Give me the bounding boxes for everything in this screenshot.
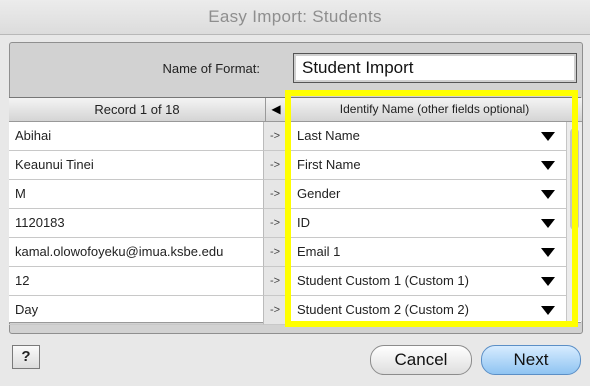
format-name-input[interactable] — [293, 53, 577, 83]
record-counter: Record 1 of 18 — [9, 98, 266, 122]
field-select[interactable]: Student Custom 1 (Custom 1) — [286, 267, 567, 296]
next-button[interactable]: Next — [481, 345, 581, 375]
field-select[interactable]: Student Custom 2 (Custom 2) — [286, 296, 567, 325]
record-value: 12 — [9, 267, 264, 296]
window-title: Easy Import: Students — [0, 0, 590, 35]
left-triangle-icon: ◀ — [271, 102, 281, 116]
field-column-header: Identify Name (other fields optional) — [286, 98, 582, 122]
field-select[interactable]: Email 1 — [286, 238, 567, 267]
field-select-value: Last Name — [297, 128, 360, 143]
table-scrollbar[interactable] — [566, 122, 582, 321]
dropdown-triangle-icon — [541, 161, 555, 170]
record-value: Keaunui Tinei — [9, 151, 264, 180]
field-select-value: Email 1 — [297, 244, 341, 259]
map-arrow: -> — [264, 296, 286, 325]
field-select-value: Gender — [297, 186, 341, 201]
previous-record-button[interactable]: ◀ — [266, 98, 286, 122]
map-arrow: -> — [264, 151, 286, 180]
dropdown-triangle-icon — [541, 132, 555, 141]
table-row: Day -> Student Custom 2 (Custom 2) — [9, 296, 581, 325]
dropdown-triangle-icon — [541, 248, 555, 257]
record-value: 1120183 — [9, 209, 264, 238]
dropdown-triangle-icon — [541, 219, 555, 228]
record-value: kamal.olowofoyeku@imua.ksbe.edu — [9, 238, 264, 267]
field-select[interactable]: Last Name — [286, 122, 567, 151]
record-value: Abihai — [9, 122, 264, 151]
table-row: kamal.olowofoyeku@imua.ksbe.edu -> Email… — [9, 238, 581, 267]
record-value: M — [9, 180, 264, 209]
table-row: 1120183 -> ID — [9, 209, 581, 238]
format-name-label: Name of Format: — [162, 61, 260, 76]
table-row: 12 -> Student Custom 1 (Custom 1) — [9, 267, 581, 296]
cancel-button[interactable]: Cancel — [370, 345, 472, 375]
table-row: M -> Gender — [9, 180, 581, 209]
dropdown-triangle-icon — [541, 190, 555, 199]
dropdown-triangle-icon — [541, 306, 555, 315]
record-value: Day — [9, 296, 264, 325]
field-select[interactable]: First Name — [286, 151, 567, 180]
table-row: Keaunui Tinei -> First Name — [9, 151, 581, 180]
mapping-table: Record 1 of 18 ◀ Identify Name (other fi… — [9, 97, 582, 325]
field-select[interactable]: Gender — [286, 180, 567, 209]
map-arrow: -> — [264, 267, 286, 296]
field-select-value: ID — [297, 215, 310, 230]
dropdown-triangle-icon — [541, 277, 555, 286]
map-arrow: -> — [264, 122, 286, 151]
table-row: Abihai -> Last Name — [9, 122, 581, 151]
map-arrow: -> — [264, 180, 286, 209]
field-select-value: Student Custom 1 (Custom 1) — [297, 273, 469, 288]
field-select-value: Student Custom 2 (Custom 2) — [297, 302, 469, 317]
field-select[interactable]: ID — [286, 209, 567, 238]
field-select-value: First Name — [297, 157, 361, 172]
help-button[interactable]: ? — [12, 345, 40, 369]
map-arrow: -> — [264, 238, 286, 267]
map-arrow: -> — [264, 209, 286, 238]
scroll-thumb[interactable] — [570, 128, 579, 230]
